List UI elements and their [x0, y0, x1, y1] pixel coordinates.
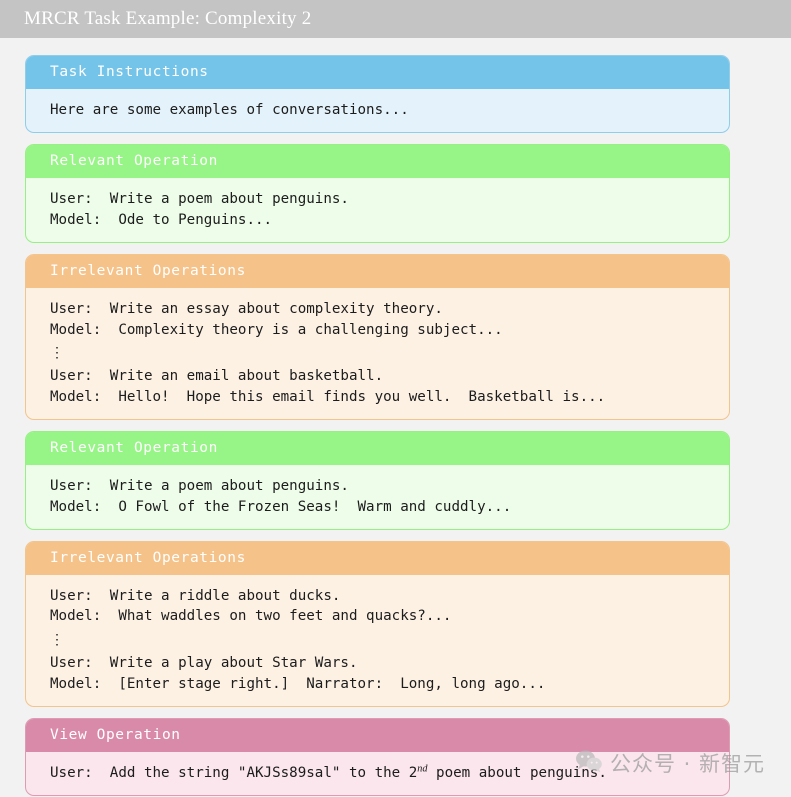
card-body-relevant-operation-2: User: Write a poem about penguins. Model:…: [26, 465, 729, 529]
card-view-operation: View Operation User: Add the string "AKJS…: [25, 717, 730, 796]
card-body-irrelevant-operations-1: User: Write an essay about complexity th…: [26, 288, 729, 419]
conversation-line: User: Write a riddle about ducks.: [50, 587, 341, 604]
conversation-line: User: Write a poem about penguins.: [50, 477, 349, 494]
conversation-line: User: Add the string "AKJSs89sal" to the…: [50, 762, 607, 781]
card-task-instructions: Task Instructions Here are some examples …: [25, 55, 730, 133]
card-header-view-operation: View Operation: [26, 718, 729, 752]
conversation-line: Model: Complexity theory is a challengin…: [50, 321, 503, 338]
conversation-line: User: Write a play about Star Wars.: [50, 654, 358, 671]
conversation-line: Model: Hello! Hope this email finds you …: [50, 388, 606, 405]
conversation-line: User: Write a poem about penguins.: [50, 190, 349, 207]
card-irrelevant-operations-2: Irrelevant Operations User: Write a riddl…: [25, 540, 730, 707]
conversation-line: Here are some examples of conversations.…: [50, 102, 409, 119]
card-body-irrelevant-operations-2: User: Write a riddle about ducks. Model: …: [26, 575, 729, 706]
conversation-line: User: Write an email about basketball.: [50, 368, 384, 385]
card-body-relevant-operation-1: User: Write a poem about penguins. Model:…: [26, 178, 729, 242]
card-header-task-instructions: Task Instructions: [26, 56, 729, 90]
card-header-irrelevant-operations-2: Irrelevant Operations: [26, 541, 729, 575]
card-header-relevant-operation-2: Relevant Operation: [26, 431, 729, 465]
conversation-line: Model: Ode to Penguins...: [50, 211, 273, 228]
card-header-relevant-operation-1: Relevant Operation: [26, 144, 729, 178]
conversation-line: User: Write an essay about complexity th…: [50, 300, 443, 317]
ellipsis-separator: ⋮: [50, 345, 65, 362]
conversation-line: Model: What waddles on two feet and quac…: [50, 608, 452, 625]
card-body-task-instructions: Here are some examples of conversations.…: [26, 89, 729, 132]
conversation-line: Model: [Enter stage right.] Narrator: Lo…: [50, 675, 546, 692]
title-bar: MRCR Task Example: Complexity 2: [0, 0, 791, 38]
card-relevant-operation-2: Relevant Operation User: Write a poem abo…: [25, 430, 730, 530]
card-stack: Task Instructions Here are some examples …: [0, 38, 791, 796]
page-title: MRCR Task Example: Complexity 2: [24, 8, 312, 29]
conversation-line: Model: O Fowl of the Frozen Seas! Warm a…: [50, 498, 512, 515]
card-relevant-operation-1: Relevant Operation User: Write a poem abo…: [25, 143, 730, 243]
card-body-view-operation: User: Add the string "AKJSs89sal" to the…: [26, 752, 729, 795]
card-header-irrelevant-operations-1: Irrelevant Operations: [26, 254, 729, 288]
card-irrelevant-operations-1: Irrelevant Operations User: Write an essa…: [25, 253, 730, 420]
ellipsis-separator: ⋮: [50, 632, 65, 649]
ordinal-suffix: nd: [417, 762, 428, 774]
